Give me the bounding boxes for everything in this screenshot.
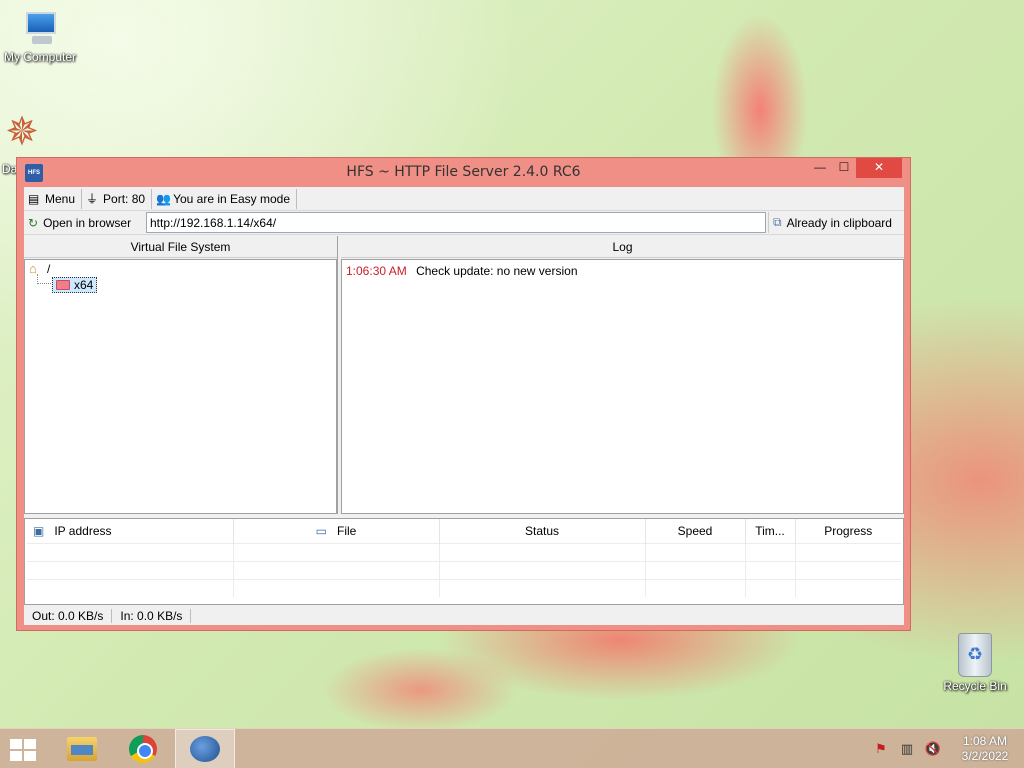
- title-bar[interactable]: HFS HFS ~ HTTP File Server 2.4.0 RC6 — ☐…: [17, 158, 910, 186]
- minimize-button[interactable]: —: [808, 158, 832, 178]
- open-in-browser-label: Open in browser: [43, 215, 132, 230]
- users-icon: 👥: [156, 191, 172, 206]
- taskbar-hfs[interactable]: [175, 729, 235, 768]
- mode-button[interactable]: 👥 You are in Easy mode: [152, 188, 298, 209]
- open-arrow-icon: ↻: [28, 215, 39, 230]
- menu-icon: ▤: [28, 191, 40, 206]
- action-center-flag-icon[interactable]: ⚑: [872, 740, 890, 758]
- log-pane: Log 1:06:30 AM Check update: no new vers…: [341, 236, 904, 514]
- desktop-icon-label: Recycle Bin: [943, 679, 1007, 693]
- clock-date: 3/2/2022: [961, 749, 1009, 763]
- tree-item-label: x64: [74, 278, 94, 292]
- hfs-window: HFS HFS ~ HTTP File Server 2.4.0 RC6 — ☐…: [16, 157, 911, 631]
- clipboard-button[interactable]: ⧉ Already in clipboard: [768, 212, 892, 233]
- column-speed[interactable]: Speed: [645, 519, 746, 543]
- hfs-icon: [190, 736, 220, 762]
- column-file[interactable]: ▭ File: [233, 519, 440, 543]
- start-button[interactable]: [8, 737, 38, 761]
- table-row: [27, 578, 901, 597]
- virtual-file-system-pane: Virtual File System ⌂ / x64: [24, 236, 338, 514]
- tree-connector: [37, 274, 51, 284]
- connections-list[interactable]: ▣ IP address ▭ File Status Speed Tim... Pr…: [24, 518, 904, 605]
- file-icon: ▭: [315, 523, 327, 538]
- port-button[interactable]: ⏚ Port: 80: [82, 188, 153, 209]
- folder-icon: [56, 280, 70, 290]
- vfs-tree[interactable]: ⌂ / x64: [24, 259, 337, 514]
- system-tray: ⚑ ▥ 🔇 1:08 AM 3/2/2022: [868, 729, 1024, 768]
- volume-muted-icon[interactable]: 🔇: [924, 740, 942, 758]
- star-app-icon: ✵: [5, 110, 39, 154]
- out-speed: Out: 0.0 KB/s: [24, 608, 113, 623]
- window-title: HFS ~ HTTP File Server 2.4.0 RC6: [346, 164, 581, 180]
- log-entry-time: 1:06:30 AM: [346, 264, 407, 278]
- column-progress[interactable]: Progress: [795, 519, 901, 543]
- url-bar: ↻ Open in browser ⧉ Already in clipboard: [24, 211, 904, 235]
- clipboard-icon: ⧉: [773, 215, 782, 229]
- menu-label: Menu: [45, 191, 76, 206]
- desktop-icon-da[interactable]: ✵ Da: [0, 110, 40, 176]
- taskbar-chrome[interactable]: [113, 729, 173, 768]
- desktop-icon-my-computer[interactable]: My Computer: [0, 10, 80, 64]
- log-header: Log: [341, 236, 904, 258]
- tree-item-x64[interactable]: x64: [52, 277, 98, 293]
- computer-icon: [20, 10, 60, 48]
- clipboard-label: Already in clipboard: [786, 215, 892, 230]
- open-in-browser-button[interactable]: ↻ Open in browser: [24, 216, 146, 230]
- desktop-icon-label: My Computer: [3, 50, 77, 64]
- taskbar: ⚑ ▥ 🔇 1:08 AM 3/2/2022: [0, 728, 1024, 768]
- connections-header-row: ▣ IP address ▭ File Status Speed Tim... Pr…: [27, 519, 901, 543]
- window-client-area: ▤ Menu ⏚ Port: 80 👥 You are in Easy mode…: [24, 187, 904, 625]
- main-toolbar: ▤ Menu ⏚ Port: 80 👥 You are in Easy mode: [24, 187, 904, 211]
- status-bar: Out: 0.0 KB/s In: 0.0 KB/s: [24, 606, 904, 625]
- clock[interactable]: 1:08 AM 3/2/2022: [946, 734, 1024, 764]
- url-field[interactable]: [146, 212, 766, 233]
- port-label: Port: 80: [103, 191, 146, 206]
- log-entry-text: Check update: no new version: [416, 264, 578, 278]
- network-tray-icon[interactable]: ▥: [898, 740, 916, 758]
- column-status[interactable]: Status: [439, 519, 646, 543]
- log-entry: 1:06:30 AM Check update: no new version: [346, 264, 899, 278]
- chrome-icon: [129, 735, 157, 763]
- menu-button[interactable]: ▤ Menu: [24, 188, 83, 209]
- vfs-header: Virtual File System: [24, 236, 337, 258]
- in-speed: In: 0.0 KB/s: [112, 608, 192, 623]
- mode-label: You are in Easy mode: [173, 191, 291, 206]
- column-time[interactable]: Tim...: [745, 519, 796, 543]
- table-row: [27, 542, 901, 561]
- column-ip-address[interactable]: ▣ IP address: [27, 519, 234, 543]
- log-body[interactable]: 1:06:30 AM Check update: no new version: [341, 259, 904, 514]
- plug-icon: ⏚: [86, 191, 99, 206]
- window-controls: — ☐ ✕: [808, 158, 902, 178]
- file-explorer-icon: [67, 737, 97, 761]
- close-button[interactable]: ✕: [856, 158, 902, 178]
- clock-time: 1:08 AM: [962, 734, 1008, 748]
- tree-item-selection: x64: [52, 277, 98, 293]
- taskbar-file-explorer[interactable]: [52, 729, 112, 768]
- connections-table: ▣ IP address ▭ File Status Speed Tim... Pr…: [27, 519, 901, 597]
- maximize-button[interactable]: ☐: [832, 158, 856, 178]
- desktop-icon-recycle-bin[interactable]: Recycle Bin: [935, 633, 1015, 693]
- network-icon: ▣: [33, 523, 45, 538]
- table-row: [27, 560, 901, 579]
- recycle-bin-icon: [958, 633, 992, 677]
